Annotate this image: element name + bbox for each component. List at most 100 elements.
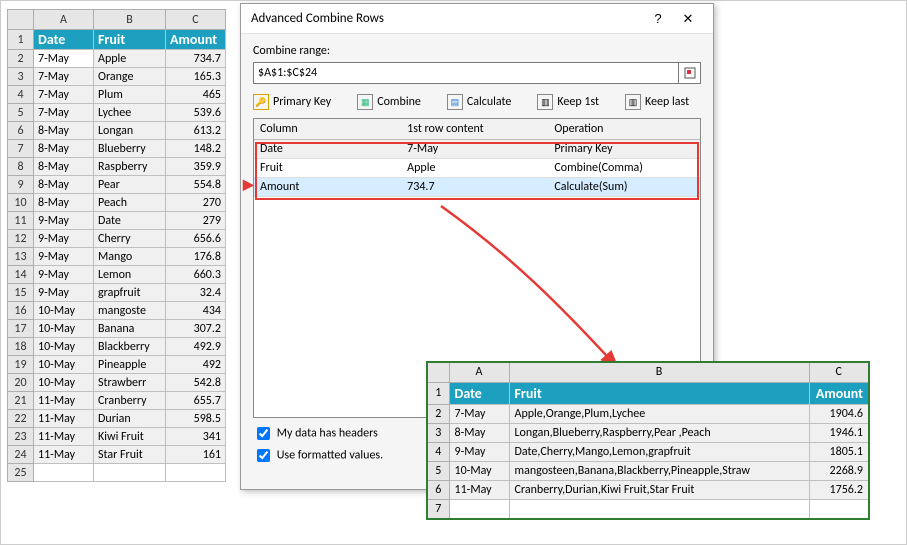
cell-date[interactable]: 9-May <box>34 248 94 266</box>
cell-date[interactable]: 7-May <box>34 86 94 104</box>
table-row[interactable]: 1910-MayPineapple492 <box>8 356 226 374</box>
cell-fruit[interactable]: Cranberry,Durian,Kiwi Fruit,Star Fruit <box>509 480 809 499</box>
cell-amount[interactable]: 656.6 <box>166 230 226 248</box>
cell-fruit[interactable]: Orange <box>94 68 166 86</box>
cell-fruit[interactable]: Star Fruit <box>94 446 166 464</box>
cell-fruit[interactable]: Apple,Orange,Plum,Lychee <box>509 404 809 423</box>
cell-amount[interactable]: 655.7 <box>166 392 226 410</box>
row-header[interactable]: 5 <box>8 104 34 122</box>
col-header-c[interactable]: C <box>809 362 869 382</box>
cell-fruit[interactable]: Pear <box>94 176 166 194</box>
table-row[interactable]: 119-MayDate279 <box>8 212 226 230</box>
table-row[interactable]: 68-MayLongan613.2 <box>8 122 226 140</box>
row-header[interactable]: 18 <box>8 338 34 356</box>
table-row[interactable]: 1710-MayBanana307.2 <box>8 320 226 338</box>
header-cell-fruit[interactable]: Fruit <box>509 382 809 404</box>
cell-fruit[interactable]: Blackberry <box>94 338 166 356</box>
range-picker-icon[interactable] <box>678 63 700 83</box>
cell-date[interactable]: 10-May <box>34 320 94 338</box>
row-header[interactable]: 2 <box>427 404 449 423</box>
table-row[interactable]: 139-MayMango176.8 <box>8 248 226 266</box>
cell-fruit[interactable]: mangosteen,Banana,Blackberry,Pineapple,S… <box>509 461 809 480</box>
cell-date[interactable]: 7-May <box>34 68 94 86</box>
table-row[interactable]: 2411-MayStar Fruit161 <box>8 446 226 464</box>
cell-fruit[interactable]: Date,Cherry,Mango,Lemon,grapfruit <box>509 442 809 461</box>
cell-date[interactable]: 10-May <box>449 461 509 480</box>
empty-cell[interactable] <box>34 464 94 482</box>
combine-range-field[interactable] <box>253 62 701 84</box>
cell-fruit[interactable]: Banana <box>94 320 166 338</box>
row-header[interactable]: 22 <box>8 410 34 428</box>
cell-amount[interactable]: 660.3 <box>166 266 226 284</box>
row-header[interactable]: 10 <box>8 194 34 212</box>
cell-date[interactable]: 10-May <box>34 302 94 320</box>
grid-row-date[interactable]: Date 7-May Primary Key <box>254 140 700 159</box>
cell-amount[interactable]: 165.3 <box>166 68 226 86</box>
cell-date[interactable]: 7-May <box>449 404 509 423</box>
table-row[interactable]: 510-Maymangosteen,Banana,Blackberry,Pine… <box>427 461 869 480</box>
row-header[interactable]: 12 <box>8 230 34 248</box>
cell-amount[interactable]: 32.4 <box>166 284 226 302</box>
table-row[interactable]: 159-Maygrapfruit32.4 <box>8 284 226 302</box>
grid-row-fruit[interactable]: Fruit Apple Combine(Comma) <box>254 159 700 178</box>
cell-date[interactable]: 11-May <box>34 446 94 464</box>
cell-amount[interactable]: 542.8 <box>166 374 226 392</box>
empty-cell[interactable] <box>449 499 509 519</box>
cell-date[interactable]: 8-May <box>34 140 94 158</box>
cell-fruit[interactable]: Raspberry <box>94 158 166 176</box>
col-header-b[interactable]: B <box>94 10 166 30</box>
row-header[interactable]: 13 <box>8 248 34 266</box>
row-header[interactable]: 16 <box>8 302 34 320</box>
row-header[interactable]: 15 <box>8 284 34 302</box>
cell-amount[interactable]: 307.2 <box>166 320 226 338</box>
formatted-values-checkbox-input[interactable] <box>257 449 270 462</box>
cell-date[interactable]: 9-May <box>34 212 94 230</box>
cell-date[interactable]: 9-May <box>34 284 94 302</box>
cell-amount[interactable]: 492 <box>166 356 226 374</box>
cell-amount[interactable]: 465 <box>166 86 226 104</box>
row-header[interactable]: 21 <box>8 392 34 410</box>
row-header[interactable]: 3 <box>8 68 34 86</box>
row-header[interactable]: 4 <box>427 442 449 461</box>
header-cell-fruit[interactable]: Fruit <box>94 30 166 50</box>
empty-cell[interactable] <box>94 464 166 482</box>
row-header[interactable]: 1 <box>8 30 34 50</box>
table-row[interactable]: 27-MayApple,Orange,Plum,Lychee1904.6 <box>427 404 869 423</box>
help-button[interactable]: ? <box>643 11 673 26</box>
cell-amount[interactable]: 492.9 <box>166 338 226 356</box>
cell-amount[interactable]: 161 <box>166 446 226 464</box>
table-row[interactable]: 38-MayLongan,Blueberry,Raspberry,Pear ,P… <box>427 423 869 442</box>
header-cell-amount[interactable]: Amount <box>166 30 226 50</box>
row-header[interactable]: 14 <box>8 266 34 284</box>
cell-amount[interactable]: 613.2 <box>166 122 226 140</box>
table-row[interactable]: 27-MayApple734.7 <box>8 50 226 68</box>
cell-fruit[interactable]: mangoste <box>94 302 166 320</box>
cell-date[interactable]: 11-May <box>34 428 94 446</box>
row-header[interactable]: 20 <box>8 374 34 392</box>
headers-checkbox-input[interactable] <box>257 427 270 440</box>
empty-cell[interactable] <box>166 464 226 482</box>
cell-amount[interactable]: 734.7 <box>166 50 226 68</box>
table-row[interactable]: 1610-Maymangoste434 <box>8 302 226 320</box>
table-row[interactable]: 129-MayCherry656.6 <box>8 230 226 248</box>
cell-amount[interactable]: 148.2 <box>166 140 226 158</box>
row-header[interactable]: 2 <box>8 50 34 68</box>
cell-fruit[interactable]: Cherry <box>94 230 166 248</box>
row-header[interactable]: 6 <box>8 122 34 140</box>
combine-button[interactable]: ▦ Combine <box>357 94 421 110</box>
cell-date[interactable]: 9-May <box>449 442 509 461</box>
table-row[interactable]: 37-MayOrange165.3 <box>8 68 226 86</box>
row-header[interactable]: 7 <box>8 140 34 158</box>
cell-date[interactable]: 8-May <box>34 194 94 212</box>
empty-cell[interactable] <box>809 499 869 519</box>
header-cell-date[interactable]: Date <box>449 382 509 404</box>
cell-amount[interactable]: 341 <box>166 428 226 446</box>
cell-fruit[interactable]: Lychee <box>94 104 166 122</box>
cell-amount[interactable]: 1904.6 <box>809 404 869 423</box>
corner-cell[interactable] <box>427 362 449 382</box>
cell-amount[interactable]: 270 <box>166 194 226 212</box>
cell-amount[interactable]: 1756.2 <box>809 480 869 499</box>
cell-date[interactable]: 7-May <box>34 104 94 122</box>
row-header[interactable]: 7 <box>427 499 449 519</box>
empty-cell[interactable] <box>509 499 809 519</box>
